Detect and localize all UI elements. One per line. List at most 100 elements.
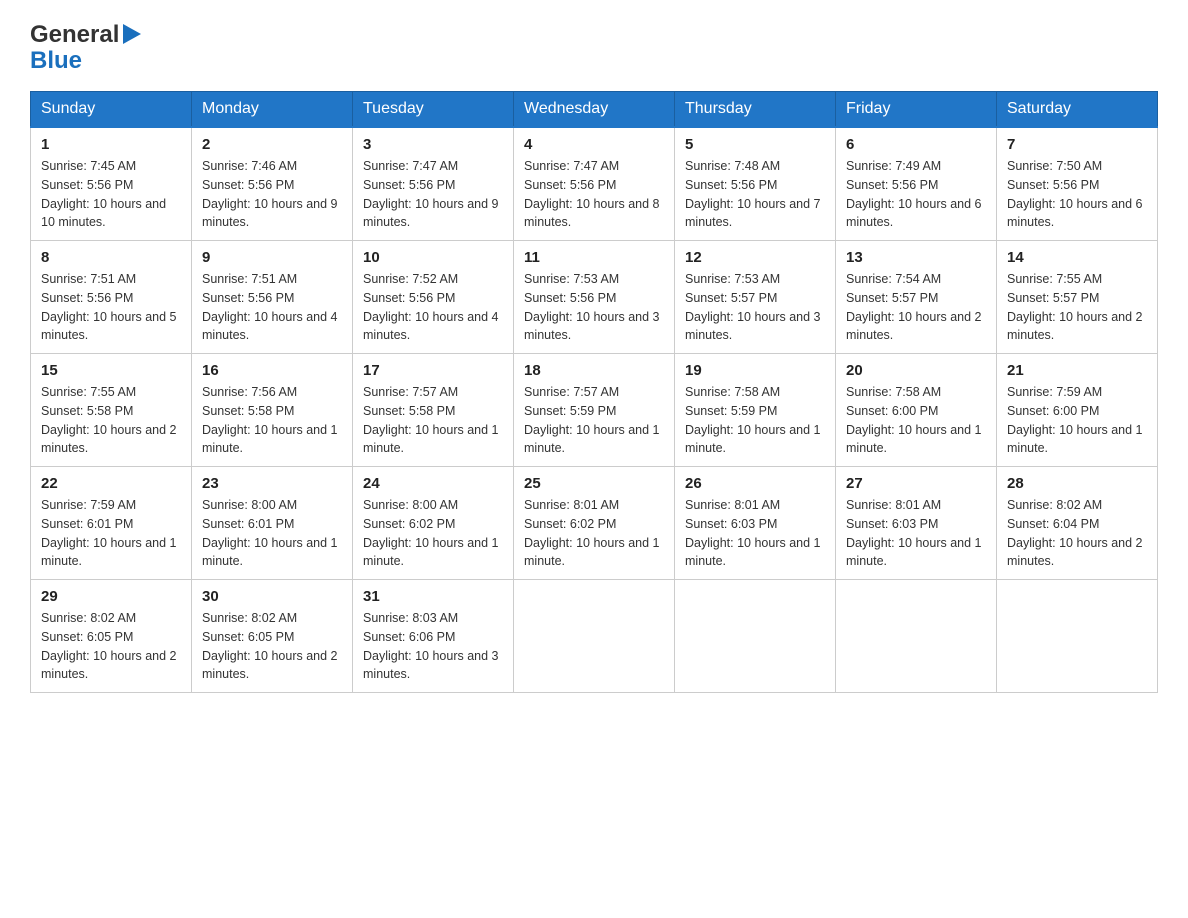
day-number: 22 [41,475,181,492]
day-info: Sunrise: 7:53 AMSunset: 5:56 PMDaylight:… [524,270,664,345]
day-number: 26 [685,475,825,492]
day-info: Sunrise: 8:02 AMSunset: 6:05 PMDaylight:… [41,609,181,684]
calendar-week-row: 22 Sunrise: 7:59 AMSunset: 6:01 PMDayligh… [31,467,1158,580]
calendar-cell: 7 Sunrise: 7:50 AMSunset: 5:56 PMDaylight… [997,127,1158,241]
day-number: 14 [1007,249,1147,266]
calendar-cell [836,580,997,693]
calendar-cell: 13 Sunrise: 7:54 AMSunset: 5:57 PMDayligh… [836,241,997,354]
day-info: Sunrise: 7:46 AMSunset: 5:56 PMDaylight:… [202,157,342,232]
day-number: 13 [846,249,986,266]
day-info: Sunrise: 7:56 AMSunset: 5:58 PMDaylight:… [202,383,342,458]
day-number: 4 [524,136,664,153]
calendar-week-row: 15Sunrise: 7:55 AMSunset: 5:58 PMDayligh… [31,354,1158,467]
day-number: 23 [202,475,342,492]
logo-triangle-icon [123,24,141,49]
calendar-cell [997,580,1158,693]
calendar-cell: 3 Sunrise: 7:47 AMSunset: 5:56 PMDaylight… [353,127,514,241]
day-number: 18 [524,362,664,379]
calendar-cell: 5 Sunrise: 7:48 AMSunset: 5:56 PMDaylight… [675,127,836,241]
day-info: Sunrise: 7:57 AMSunset: 5:59 PMDaylight:… [524,383,664,458]
day-info: Sunrise: 8:01 AMSunset: 6:03 PMDaylight:… [846,496,986,571]
day-number: 24 [363,475,503,492]
header-tuesday: Tuesday [353,92,514,128]
calendar-cell: 27 Sunrise: 8:01 AMSunset: 6:03 PMDayligh… [836,467,997,580]
calendar-cell: 25Sunrise: 8:01 AMSunset: 6:02 PMDayligh… [514,467,675,580]
day-info: Sunrise: 7:50 AMSunset: 5:56 PMDaylight:… [1007,157,1147,232]
calendar-cell: 12 Sunrise: 7:53 AMSunset: 5:57 PMDayligh… [675,241,836,354]
day-info: Sunrise: 7:48 AMSunset: 5:56 PMDaylight:… [685,157,825,232]
day-number: 27 [846,475,986,492]
logo: General Blue [30,20,141,75]
day-info: Sunrise: 8:01 AMSunset: 6:03 PMDaylight:… [685,496,825,571]
header-sunday: Sunday [31,92,192,128]
calendar-cell [514,580,675,693]
calendar-cell: 8Sunrise: 7:51 AMSunset: 5:56 PMDaylight… [31,241,192,354]
day-info: Sunrise: 7:47 AMSunset: 5:56 PMDaylight:… [363,157,503,232]
day-number: 8 [41,249,181,266]
day-info: Sunrise: 7:59 AMSunset: 6:01 PMDaylight:… [41,496,181,571]
day-number: 29 [41,588,181,605]
calendar-cell: 2 Sunrise: 7:46 AMSunset: 5:56 PMDaylight… [192,127,353,241]
day-info: Sunrise: 7:45 AMSunset: 5:56 PMDaylight:… [41,157,181,232]
calendar-cell: 9 Sunrise: 7:51 AMSunset: 5:56 PMDaylight… [192,241,353,354]
day-info: Sunrise: 8:02 AMSunset: 6:05 PMDaylight:… [202,609,342,684]
day-number: 2 [202,136,342,153]
page-header: General Blue [30,20,1158,75]
day-info: Sunrise: 7:57 AMSunset: 5:58 PMDaylight:… [363,383,503,458]
calendar-cell: 24 Sunrise: 8:00 AMSunset: 6:02 PMDayligh… [353,467,514,580]
calendar-header-row: SundayMondayTuesdayWednesdayThursdayFrid… [31,92,1158,128]
day-number: 7 [1007,136,1147,153]
calendar-week-row: 8 Sunrise: 7:51 AMSunset: 5:56 PMDaylight… [31,241,1158,354]
day-info: Sunrise: 8:03 AMSunset: 6:06 PMDaylight:… [363,609,503,684]
day-number: 17 [363,362,503,379]
day-info: Sunrise: 7:49 AMSunset: 5:56 PMDaylight:… [846,157,986,232]
calendar-cell: 14 Sunrise: 7:55 AMSunset: 5:57 PMDayligh… [997,241,1158,354]
day-number: 5 [685,136,825,153]
day-info: Sunrise: 7:55 AMSunset: 5:57 PMDaylight:… [1007,270,1147,345]
calendar-cell: 10 Sunrise: 7:52 AMSunset: 5:56 PMDayligh… [353,241,514,354]
calendar-cell: 30 Sunrise: 8:02 AMSunset: 6:05 PMDayligh… [192,580,353,693]
calendar-cell: 6 Sunrise: 7:49 AMSunset: 5:56 PMDaylight… [836,127,997,241]
day-number: 19 [685,362,825,379]
logo-general-text: General [30,21,119,49]
day-info: Sunrise: 7:53 AMSunset: 5:57 PMDaylight:… [685,270,825,345]
day-number: 6 [846,136,986,153]
day-number: 20 [846,362,986,379]
day-info: Sunrise: 7:54 AMSunset: 5:57 PMDaylight:… [846,270,986,345]
calendar-cell [675,580,836,693]
calendar-cell: 15Sunrise: 7:55 AMSunset: 5:58 PMDayligh… [31,354,192,467]
day-number: 30 [202,588,342,605]
day-info: Sunrise: 8:00 AMSunset: 6:02 PMDaylight:… [363,496,503,571]
calendar-cell: 18 Sunrise: 7:57 AMSunset: 5:59 PMDayligh… [514,354,675,467]
calendar-cell: 16 Sunrise: 7:56 AMSunset: 5:58 PMDayligh… [192,354,353,467]
day-number: 10 [363,249,503,266]
calendar-week-row: 29 Sunrise: 8:02 AMSunset: 6:05 PMDayligh… [31,580,1158,693]
day-number: 9 [202,249,342,266]
day-number: 16 [202,362,342,379]
calendar-cell: 11 Sunrise: 7:53 AMSunset: 5:56 PMDayligh… [514,241,675,354]
day-info: Sunrise: 8:00 AMSunset: 6:01 PMDaylight:… [202,496,342,571]
day-info: Sunrise: 7:52 AMSunset: 5:56 PMDaylight:… [363,270,503,345]
day-number: 25 [524,475,664,492]
calendar-cell: 17 Sunrise: 7:57 AMSunset: 5:58 PMDayligh… [353,354,514,467]
calendar-cell: 20Sunrise: 7:58 AMSunset: 6:00 PMDayligh… [836,354,997,467]
day-number: 28 [1007,475,1147,492]
header-saturday: Saturday [997,92,1158,128]
day-number: 11 [524,249,664,266]
calendar-week-row: 1 Sunrise: 7:45 AMSunset: 5:56 PMDaylight… [31,127,1158,241]
calendar-cell: 22 Sunrise: 7:59 AMSunset: 6:01 PMDayligh… [31,467,192,580]
day-number: 12 [685,249,825,266]
calendar-cell: 26 Sunrise: 8:01 AMSunset: 6:03 PMDayligh… [675,467,836,580]
day-info: Sunrise: 7:47 AMSunset: 5:56 PMDaylight:… [524,157,664,232]
day-info: Sunrise: 7:59 AMSunset: 6:00 PMDaylight:… [1007,383,1147,458]
calendar-cell: 21Sunrise: 7:59 AMSunset: 6:00 PMDayligh… [997,354,1158,467]
day-number: 1 [41,136,181,153]
header-thursday: Thursday [675,92,836,128]
header-wednesday: Wednesday [514,92,675,128]
day-number: 3 [363,136,503,153]
calendar-cell: 29 Sunrise: 8:02 AMSunset: 6:05 PMDayligh… [31,580,192,693]
day-info: Sunrise: 7:51 AMSunset: 5:56 PMDaylight:… [202,270,342,345]
day-number: 31 [363,588,503,605]
calendar-cell: 1 Sunrise: 7:45 AMSunset: 5:56 PMDaylight… [31,127,192,241]
header-friday: Friday [836,92,997,128]
